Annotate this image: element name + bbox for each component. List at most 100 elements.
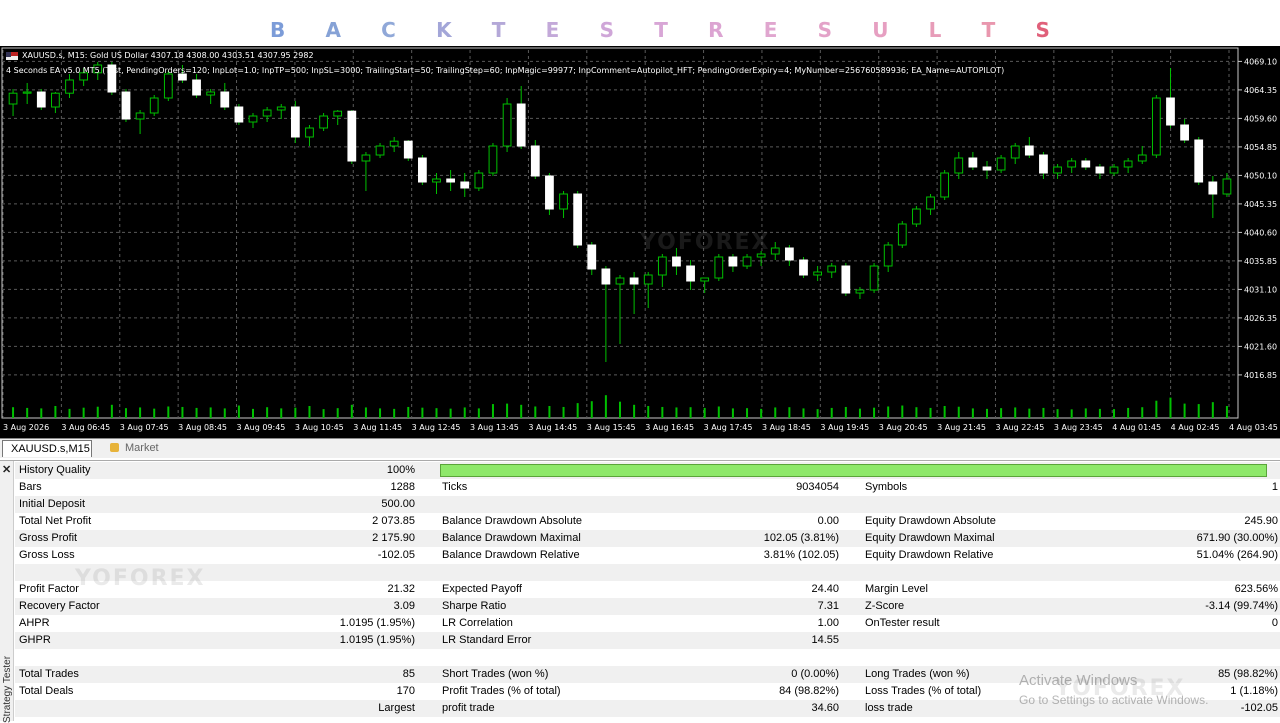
- candle-body: [559, 193, 568, 210]
- candle-body: [841, 265, 851, 294]
- metric-value: 1 (1.18%): [1230, 685, 1278, 697]
- candle-body: [1109, 166, 1119, 174]
- tester-sidebar: ✕ Strategy Tester: [0, 461, 14, 723]
- candle-body: [672, 256, 681, 267]
- backtest-results-banner: BACKTESTRESULTS: [0, 0, 1280, 46]
- metric-label: Ticks: [442, 481, 468, 493]
- metric-value: 1.00: [817, 617, 839, 629]
- candle-body: [206, 91, 216, 96]
- tab-xauusd-m15[interactable]: XAUUSD.s,M15: [2, 440, 92, 457]
- candle-body: [643, 274, 653, 285]
- candle-body: [149, 97, 159, 114]
- banner-letter: S: [1035, 18, 1050, 42]
- metric-label: LR Standard Error: [442, 634, 532, 646]
- candle-body: [432, 178, 441, 183]
- y-tick-label: 4064.35: [1244, 86, 1277, 95]
- metric-label: Total Trades: [19, 668, 79, 680]
- banner-letter: R: [708, 18, 724, 42]
- candle-body: [996, 157, 1006, 171]
- candle-body: [855, 289, 865, 294]
- x-tick-label: 3 Aug 16:45: [645, 423, 694, 432]
- banner-letter: T: [981, 18, 996, 42]
- chart-symbol-header: XAUUSD.s, M15: Gold US Dollar 4307.18 43…: [6, 51, 314, 60]
- candle-body: [163, 73, 173, 99]
- metric-label: Gross Loss: [19, 549, 75, 561]
- candle-body: [827, 265, 837, 273]
- history-quality-bar: [440, 464, 1267, 477]
- metric-value: 0: [1271, 617, 1278, 629]
- x-tick-label: 3 Aug 13:45: [470, 423, 519, 432]
- x-tick-label: 3 Aug 17:45: [704, 423, 753, 432]
- candle-body: [488, 145, 498, 174]
- banner-letter: B: [270, 18, 286, 42]
- banner-title: BACKTESTRESULTS: [270, 18, 1050, 42]
- metric-value: 24.40: [811, 583, 839, 595]
- y-tick-label: 4021.60: [1244, 342, 1277, 351]
- metric-value: 1: [1271, 481, 1278, 493]
- y-tick-label: 4035.85: [1244, 257, 1277, 266]
- result-row: AHPR 1.0195 (1.95%) LR Correlation 1.00 OnTe…: [15, 615, 1280, 632]
- candle-body: [460, 181, 470, 189]
- candle-body: [389, 140, 399, 147]
- candle-body: [629, 277, 639, 285]
- banner-letter: T: [491, 18, 506, 42]
- x-tick-label: 4 Aug 03:45: [1229, 423, 1278, 432]
- flag-icon: [6, 51, 18, 60]
- candle-body: [714, 256, 724, 279]
- metric-value: 1.0195 (1.95%): [339, 634, 415, 646]
- candle-body: [135, 112, 145, 120]
- tab-market[interactable]: Market: [102, 440, 167, 457]
- candle-body: [601, 268, 611, 285]
- metric-label: Z-Score: [865, 600, 905, 612]
- candle-body: [1024, 145, 1034, 156]
- candle-body: [305, 127, 314, 138]
- banner-letter: E: [763, 18, 778, 42]
- candle-body: [502, 103, 512, 147]
- metric-value: 170: [396, 685, 415, 697]
- metric-label: Total Net Profit: [19, 515, 92, 527]
- result-row: Gross Profit 2 175.90 Balance Drawdown Max…: [15, 530, 1280, 547]
- y-tick-label: 4045.35: [1244, 200, 1277, 209]
- close-icon[interactable]: ✕: [2, 463, 11, 476]
- metric-value: 7.31: [817, 600, 839, 612]
- metric-value: 51.04% (264.90): [1196, 549, 1278, 561]
- metric-value: 14.55: [811, 634, 839, 646]
- candle-body: [234, 106, 244, 123]
- tab-market-label: Market: [125, 442, 159, 454]
- x-tick-label: 4 Aug 02:45: [1171, 423, 1220, 432]
- metric-value: 9034054: [796, 481, 839, 493]
- watermark-chart: YOFOREX: [640, 230, 771, 255]
- x-tick-label: 3 Aug 15:45: [587, 423, 636, 432]
- metric-label: Total Deals: [19, 685, 74, 697]
- metric-value: 2 073.85: [372, 515, 415, 527]
- x-tick-label: 3 Aug 21:45: [937, 423, 986, 432]
- y-tick-label: 4016.85: [1244, 371, 1277, 380]
- metric-label: profit trade: [442, 702, 495, 714]
- candle-body: [474, 172, 484, 189]
- candle-body: [418, 157, 427, 183]
- metric-label: GHPR: [19, 634, 51, 646]
- metric-label: Profit Trades (% of total): [442, 685, 561, 697]
- banner-letter: T: [654, 18, 668, 42]
- y-tick-label: 4069.10: [1244, 57, 1277, 66]
- metric-value: -102.05: [1240, 702, 1278, 714]
- metric-value: 0 (0.00%): [791, 668, 839, 680]
- candle-body: [1123, 160, 1133, 168]
- chart-tabs: XAUUSD.s,M15 Market: [0, 438, 1280, 458]
- metric-value: -3.14 (99.74%): [1205, 600, 1278, 612]
- metric-value: 1.0195 (1.95%): [339, 617, 415, 629]
- candle-body: [912, 208, 921, 225]
- candle-body: [220, 91, 230, 108]
- candle-body: [968, 157, 978, 168]
- candle-body: [51, 92, 60, 108]
- candle-body: [1053, 166, 1062, 174]
- candle-body: [375, 145, 385, 156]
- metric-value: 500.00: [381, 498, 415, 510]
- metric-value: 85 (98.82%): [1218, 668, 1278, 680]
- banner-letter: A: [325, 18, 341, 42]
- metric-label: Loss Trades (% of total): [865, 685, 982, 697]
- candle-body: [657, 256, 667, 276]
- metric-label: Bars: [19, 481, 42, 493]
- candle-body: [248, 115, 258, 123]
- metric-value: 245.90: [1244, 515, 1278, 527]
